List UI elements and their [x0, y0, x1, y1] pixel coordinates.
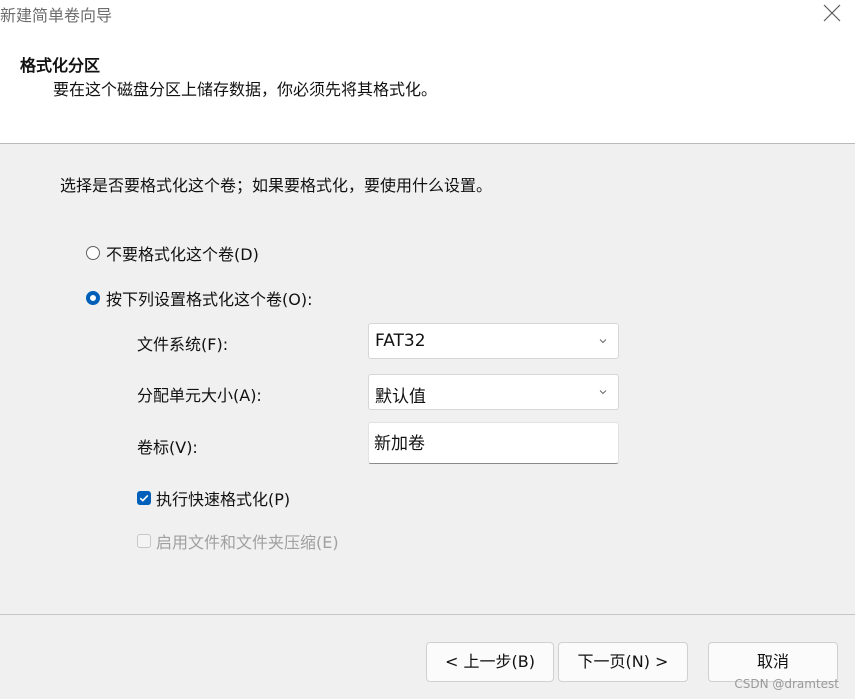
wizard-footer: < 上一步(B) 下一页(N) > 取消 CSDN @dramtest — [0, 615, 855, 699]
compression-option: 启用文件和文件夹压缩(E) — [137, 530, 339, 552]
cancel-button[interactable]: 取消 — [708, 642, 838, 682]
volume-label-input[interactable]: 新加卷 — [368, 422, 619, 464]
next-button[interactable]: 下一页(N) > — [558, 642, 688, 682]
wizard-content: 选择是否要格式化这个卷；如果要格式化，要使用什么设置。 不要格式化这个卷(D) … — [0, 144, 855, 614]
quick-format-label: 执行快速格式化(P) — [156, 490, 291, 509]
page-subtitle: 要在这个磁盘分区上储存数据，你必须先将其格式化。 — [53, 80, 438, 99]
chevron-down-icon — [599, 390, 607, 395]
volume-label-value: 新加卷 — [374, 434, 425, 454]
radio-button-unchecked[interactable] — [86, 246, 100, 260]
allocation-unit-value: 默认值 — [375, 387, 426, 407]
wizard-header: 格式化分区 要在这个磁盘分区上储存数据，你必须先将其格式化。 — [0, 28, 855, 143]
file-system-value: FAT32 — [375, 331, 426, 351]
radio-format[interactable]: 按下列设置格式化这个卷(O): — [86, 287, 312, 309]
compression-label: 启用文件和文件夹压缩(E) — [156, 533, 339, 552]
radio-button-checked[interactable] — [86, 291, 100, 305]
file-system-select[interactable]: FAT32 — [368, 323, 619, 359]
radio-no-format[interactable]: 不要格式化这个卷(D) — [86, 242, 259, 264]
allocation-unit-label: 分配单元大小(A): — [137, 386, 262, 405]
compression-checkbox — [137, 534, 151, 548]
radio-no-format-label: 不要格式化这个卷(D) — [106, 245, 259, 264]
back-button[interactable]: < 上一步(B) — [426, 642, 554, 682]
title-bar: 新建简单卷向导 — [0, 0, 855, 28]
chevron-down-icon — [599, 339, 607, 344]
window-title: 新建简单卷向导 — [0, 6, 113, 25]
allocation-unit-select[interactable]: 默认值 — [368, 374, 619, 410]
checkmark-icon — [139, 494, 149, 502]
close-icon — [823, 4, 841, 22]
file-system-label: 文件系统(F): — [137, 335, 229, 354]
quick-format-option[interactable]: 执行快速格式化(P) — [137, 487, 290, 509]
page-title: 格式化分区 — [20, 56, 101, 75]
format-prompt: 选择是否要格式化这个卷；如果要格式化，要使用什么设置。 — [60, 176, 493, 195]
close-button[interactable] — [809, 0, 855, 28]
radio-format-label: 按下列设置格式化这个卷(O): — [106, 290, 313, 309]
volume-label-label: 卷标(V): — [137, 438, 198, 457]
quick-format-checkbox[interactable] — [137, 491, 151, 505]
watermark: CSDN @dramtest — [734, 677, 839, 691]
